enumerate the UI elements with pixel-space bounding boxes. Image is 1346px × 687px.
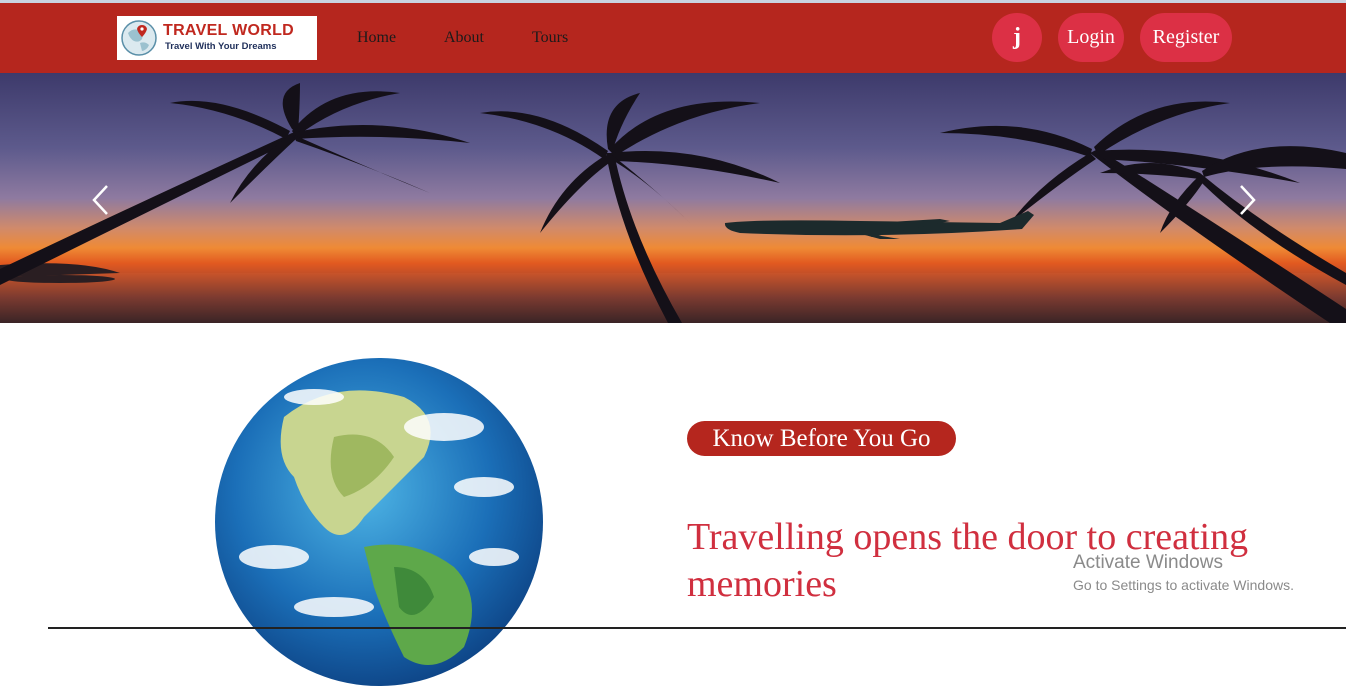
logo-title: TRAVEL WORLD bbox=[163, 22, 294, 39]
login-button[interactable]: Login bbox=[1058, 13, 1124, 62]
logo-subtitle: Travel With Your Dreams bbox=[165, 41, 277, 52]
chevron-right-icon[interactable] bbox=[1237, 183, 1257, 217]
nav-tours[interactable]: Tours bbox=[532, 29, 568, 47]
windows-activation-watermark: Activate Windows Go to Settings to activ… bbox=[1073, 552, 1294, 593]
watermark-title: Activate Windows bbox=[1073, 552, 1223, 573]
logo[interactable]: TRAVEL WORLD Travel With Your Dreams bbox=[117, 16, 317, 60]
chevron-left-icon[interactable] bbox=[91, 183, 111, 217]
hero-image bbox=[0, 73, 1346, 323]
navbar: TRAVEL WORLD Travel With Your Dreams Hom… bbox=[0, 3, 1346, 73]
section-badge: Know Before You Go bbox=[687, 421, 956, 456]
user-avatar-button[interactable]: j bbox=[992, 13, 1042, 62]
watermark-subtitle: Go to Settings to activate Windows. bbox=[1073, 577, 1294, 593]
register-button[interactable]: Register bbox=[1140, 13, 1232, 62]
earth-globe-image bbox=[215, 358, 543, 686]
hero-carousel bbox=[0, 73, 1346, 323]
nav-home[interactable]: Home bbox=[357, 29, 396, 47]
nav-about[interactable]: About bbox=[444, 29, 484, 47]
globe-logo-icon bbox=[121, 20, 157, 56]
